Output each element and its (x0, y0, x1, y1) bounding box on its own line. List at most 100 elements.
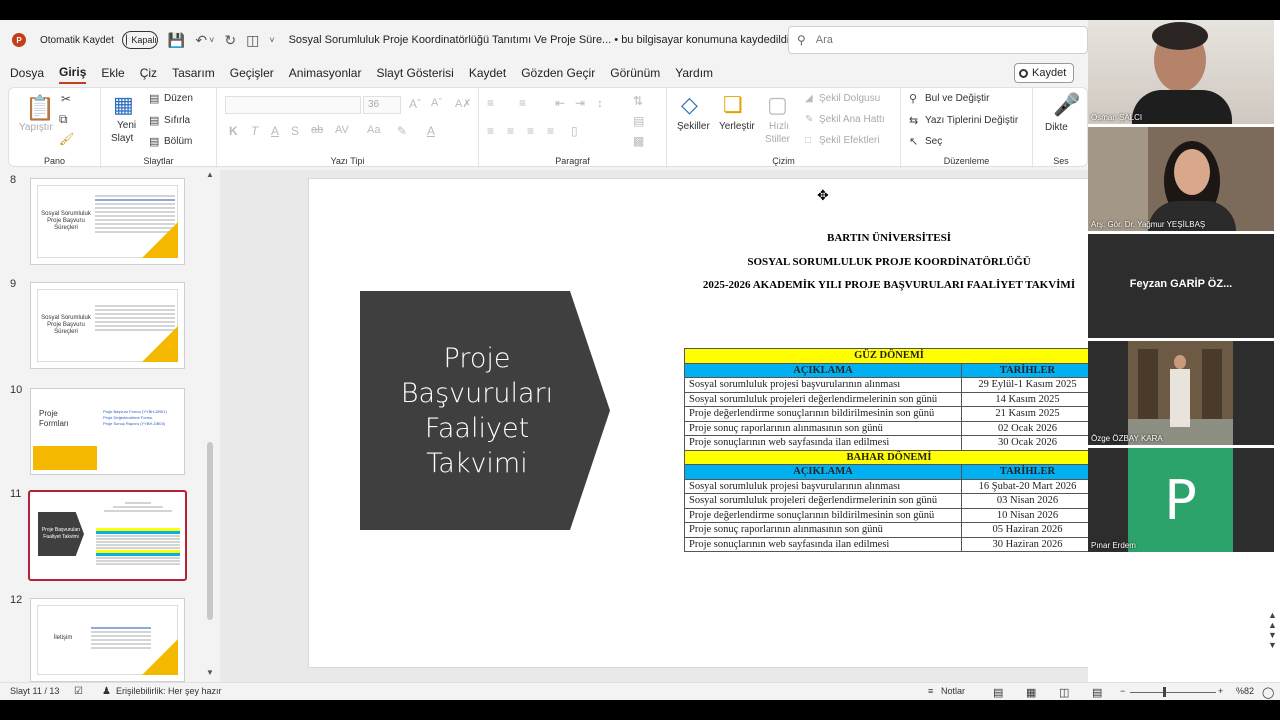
copy-icon[interactable]: ⧉ (59, 112, 68, 127)
align-left-icon[interactable]: ≡ (487, 124, 494, 138)
document-title[interactable]: Sosyal Sorumluluk Proje Koordinatörlüğü … (289, 34, 790, 46)
spellcheck-icon[interactable]: ☑ (74, 686, 83, 697)
record-button[interactable]: Kaydet (1014, 63, 1074, 83)
arrange-icon[interactable]: ❏ (723, 92, 743, 118)
cut-icon[interactable]: ✂ (61, 92, 71, 106)
quick-styles-label[interactable]: Hızlı (769, 121, 789, 132)
decrease-font-icon[interactable]: Aˇ (431, 97, 442, 109)
search-box[interactable]: ⚲ (788, 26, 1088, 54)
select-label[interactable]: Seç (925, 136, 942, 147)
layout-label[interactable]: Düzen (164, 93, 193, 104)
schedule-table[interactable]: GÜZ DÖNEMİ AÇIKLAMA TARİHLER Sosyal sorum… (684, 348, 1094, 552)
align-right-icon[interactable]: ≡ (527, 124, 534, 138)
tab-help[interactable]: Yardım (675, 63, 713, 83)
zoom-slider-knob[interactable] (1163, 687, 1166, 697)
new-slide-label-2[interactable]: Slayt (111, 133, 133, 144)
text-direction-icon[interactable]: ⇅ (633, 94, 643, 108)
accessibility-icon[interactable]: ♟ (102, 686, 111, 697)
tab-home[interactable]: Giriş (59, 62, 87, 84)
undo-icon[interactable]: ↶ (195, 32, 207, 49)
justify-icon[interactable]: ≡ (547, 124, 554, 138)
decrease-indent-icon[interactable]: ⇤ (555, 96, 565, 110)
dictate-label[interactable]: Dikte (1045, 122, 1068, 133)
tab-review[interactable]: Gözden Geçir (521, 63, 595, 83)
slide-thumbnail-8[interactable]: Sosyal Sorumluluk Proje Başvuru Süreçler… (30, 178, 185, 265)
fit-to-window-icon[interactable]: ◯ (1262, 686, 1274, 699)
participant-tile[interactable]: P Pınar Erdem (1088, 448, 1274, 552)
present-icon[interactable]: ◫ (246, 32, 259, 49)
shape-outline-label[interactable]: Şekil Ana Hattı (819, 114, 885, 125)
shapes-label[interactable]: Şekiller (677, 121, 710, 132)
accessibility-status[interactable]: Erişilebilirlik: Her şey hazır (116, 686, 222, 696)
font-color-icon[interactable]: A (427, 124, 435, 138)
format-painter-icon[interactable]: 🖌 (59, 132, 74, 146)
tab-animations[interactable]: Animasyonlar (289, 63, 362, 83)
current-slide[interactable]: Proje Başvuruları Faaliyet Takvimi BARTI… (308, 178, 1180, 668)
zoom-level[interactable]: %82 (1236, 686, 1254, 696)
redo-icon[interactable]: ↻ (224, 32, 236, 49)
underline-icon[interactable]: A (271, 124, 279, 138)
scrollbar-thumb[interactable] (207, 442, 213, 620)
autosave-toggle[interactable]: Kapalı (121, 31, 158, 49)
shape-fill-label[interactable]: Şekil Dolgusu (819, 93, 880, 104)
tab-slideshow[interactable]: Slayt Gösterisi (376, 63, 453, 83)
tab-draw[interactable]: Çiz (140, 63, 157, 83)
zoom-slider-track[interactable] (1130, 692, 1216, 693)
new-slide-icon[interactable]: ▦ (113, 92, 134, 118)
paste-label[interactable]: Yapıştır (19, 122, 53, 133)
quick-styles-icon[interactable]: ▢ (767, 92, 788, 118)
reset-label[interactable]: Sıfırla (164, 115, 190, 126)
slide-title[interactable]: Proje Başvuruları Faaliyet Takvimi (360, 291, 594, 530)
normal-view-icon[interactable]: ▤ (993, 686, 1003, 699)
zoom-in-icon[interactable]: + (1218, 686, 1223, 696)
new-slide-label[interactable]: Yeni (117, 120, 136, 131)
find-replace-label[interactable]: Bul ve Değiştir (925, 93, 989, 104)
chevron-up-icon[interactable]: ▲ (1268, 620, 1277, 630)
participant-tile[interactable]: Özge ÖZBAY KARA (1088, 341, 1274, 445)
slideshow-view-icon[interactable]: ▤ (1092, 686, 1102, 699)
bold-icon[interactable]: K (229, 124, 238, 138)
change-case-icon[interactable]: Aa (367, 124, 380, 136)
section-icon[interactable]: ▤ (149, 135, 159, 148)
shape-fill-icon[interactable]: ◢ (805, 93, 813, 104)
slide-thumbnail-10[interactable]: Proje Formları Proje Başvuru Formu (YYBH… (30, 388, 185, 475)
shapes-icon[interactable]: ◇ (681, 92, 698, 118)
font-size-input[interactable]: 36 (363, 96, 401, 114)
slide-thumbnail-9[interactable]: Sosyal Sorumluluk Proje Başvuru Süreçler… (30, 282, 185, 369)
participant-tile[interactable]: Osman ŞALCI (1088, 20, 1274, 124)
replace-fonts-icon[interactable]: ⇆ (909, 114, 918, 127)
save-icon[interactable]: 💾 (168, 32, 185, 49)
bullets-icon[interactable]: ≡ (487, 96, 494, 110)
paste-icon[interactable]: 📋 (25, 94, 55, 123)
numbering-icon[interactable]: ≡ (519, 96, 526, 110)
increase-indent-icon[interactable]: ⇥ (575, 96, 585, 110)
slide-thumbnail-12[interactable]: İletişim (30, 598, 185, 682)
shape-effects-icon[interactable]: □ (805, 135, 811, 146)
font-name-input[interactable] (225, 96, 361, 114)
tab-insert[interactable]: Ekle (101, 63, 124, 83)
participant-tile[interactable]: Arş. Gör. Dr. Yağmur YEŞİLBAŞ (1088, 127, 1274, 231)
scroll-down-icon[interactable]: ▼ (206, 668, 214, 677)
tab-transitions[interactable]: Geçişler (230, 63, 274, 83)
undo-dropdown-icon[interactable]: ˅ (209, 35, 214, 45)
microphone-icon[interactable]: 🎤 (1053, 92, 1080, 118)
strikethrough-icon[interactable]: ab (311, 124, 323, 136)
columns-icon[interactable]: ▯ (571, 124, 578, 138)
scroll-up-icon[interactable]: ▲ (206, 170, 214, 179)
select-cursor-icon[interactable]: ↖ (909, 135, 918, 148)
shadow-icon[interactable]: S (291, 124, 299, 138)
tab-file[interactable]: Dosya (10, 63, 44, 83)
quick-styles-label-2[interactable]: Stiller (765, 134, 790, 145)
shape-outline-icon[interactable]: ✎ (805, 114, 813, 125)
reset-icon[interactable]: ▤ (149, 114, 159, 127)
slide-thumbnail-11-selected[interactable]: Proje Başvuruları Faaliyet Takvimi (28, 490, 187, 581)
italic-icon[interactable]: T (251, 124, 258, 138)
thumbnail-scrollbar[interactable]: ▲ ▼ (205, 170, 215, 678)
participant-tile[interactable]: Feyzan GARİP ÖZ... (1088, 234, 1274, 338)
search-input[interactable] (815, 34, 1016, 46)
replace-fonts-label[interactable]: Yazı Tiplerini Değiştir (925, 115, 1018, 126)
customize-toolbar-icon[interactable]: ˅ (269, 35, 274, 45)
notes-button[interactable]: Notlar (941, 686, 965, 696)
clear-format-icon[interactable]: A✗ (455, 97, 472, 110)
chevron-down-icon[interactable]: ▼ (1268, 630, 1277, 640)
